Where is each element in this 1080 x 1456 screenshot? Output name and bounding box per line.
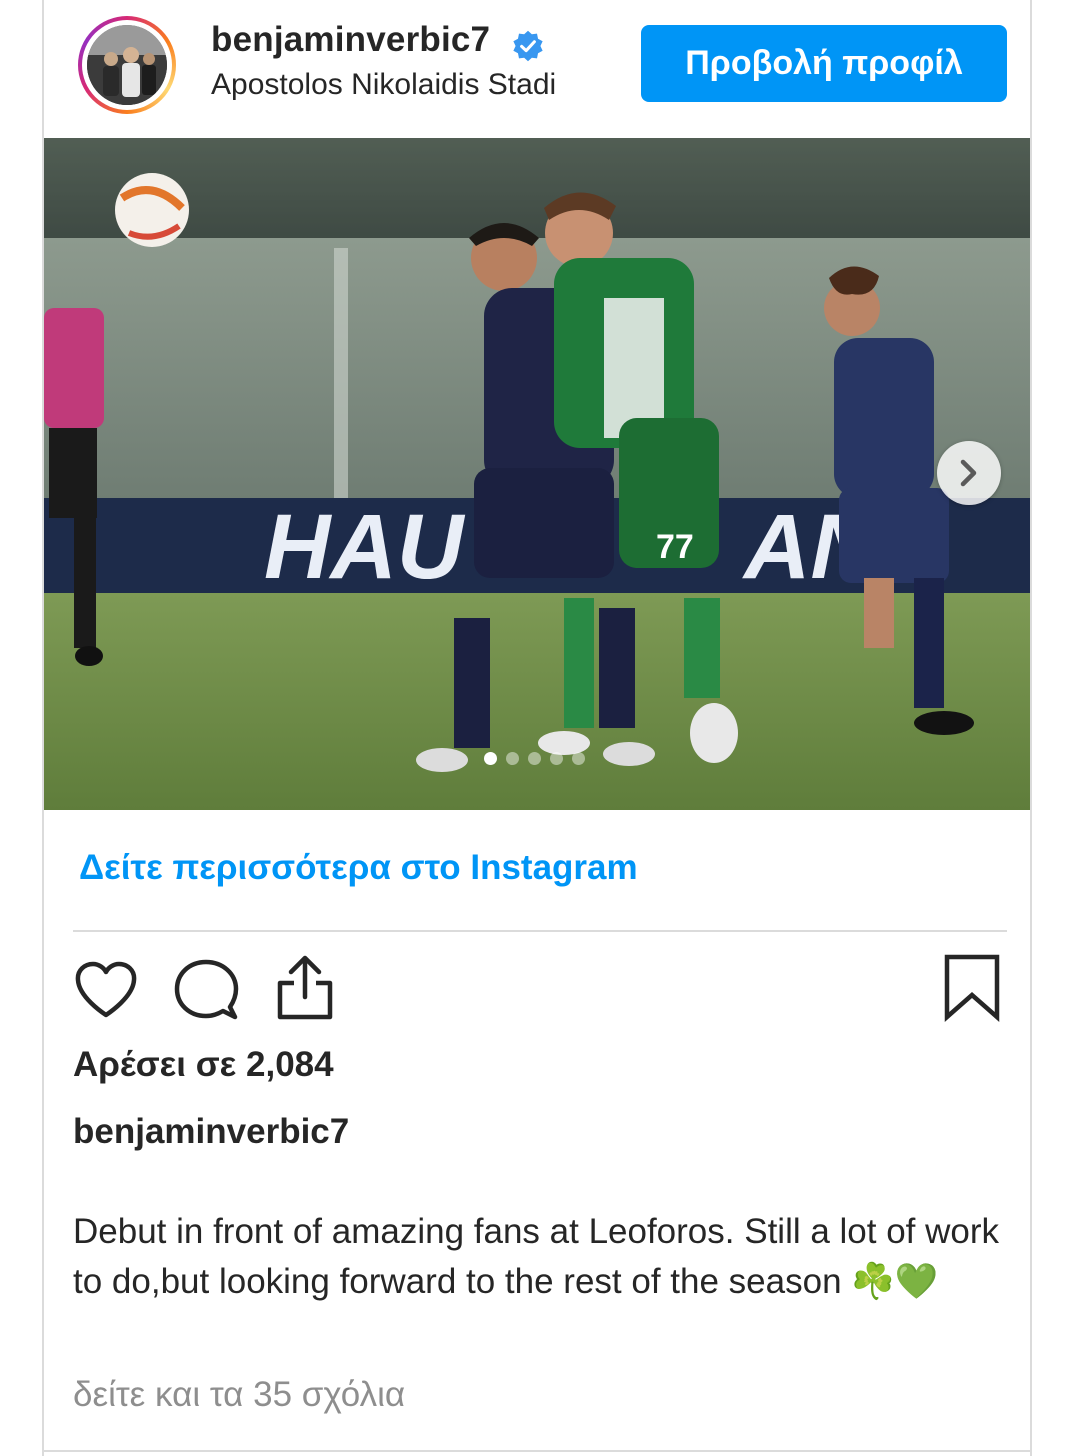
comment-bubble-icon[interactable] (173, 957, 239, 1023)
carousel-indicator (484, 752, 585, 768)
carousel-dot (550, 752, 563, 765)
carousel-dot (528, 752, 541, 765)
post-header: benjaminverbic7 Apostolos Nikolaidis Sta… (44, 0, 1030, 138)
jersey-number: 77 (656, 528, 694, 566)
view-profile-button[interactable]: Προβολή προφίλ (641, 25, 1007, 102)
share-icon[interactable] (272, 953, 338, 1023)
likes-count[interactable]: Αρέσει σε 2,084 (73, 1045, 334, 1085)
divider (73, 930, 1007, 932)
football-match-photo: HAU AN 77 (44, 138, 1030, 810)
instagram-embed-card: benjaminverbic7 Apostolos Nikolaidis Sta… (42, 0, 1032, 1456)
stadium-banner-text: HAU (264, 496, 466, 598)
carousel-dot (572, 752, 585, 765)
divider (44, 1450, 1030, 1452)
location-link[interactable]: Apostolos Nikolaidis Stadi (211, 68, 593, 102)
avatar[interactable] (87, 25, 167, 105)
carousel-dot (506, 752, 519, 765)
caption-username[interactable]: benjaminverbic7 (73, 1112, 349, 1152)
caption-text: Debut in front of amazing fans at Leofor… (73, 1212, 1000, 1301)
heart-icon[interactable] (73, 957, 139, 1023)
bookmark-icon[interactable] (941, 953, 1003, 1023)
story-ring[interactable] (78, 16, 176, 114)
view-all-comments-link[interactable]: δείτε και τα 35 σχόλια (73, 1375, 405, 1415)
carousel-dot (484, 752, 497, 765)
verified-badge-icon (513, 30, 543, 62)
see-more-on-instagram-link[interactable]: Δείτε περισσότερα στο Instagram (79, 848, 638, 888)
chevron-right-icon (960, 459, 977, 487)
post-photo[interactable]: HAU AN 77 (44, 138, 1030, 810)
next-slide-button[interactable] (937, 441, 1001, 505)
username[interactable]: benjaminverbic7 (211, 20, 490, 60)
